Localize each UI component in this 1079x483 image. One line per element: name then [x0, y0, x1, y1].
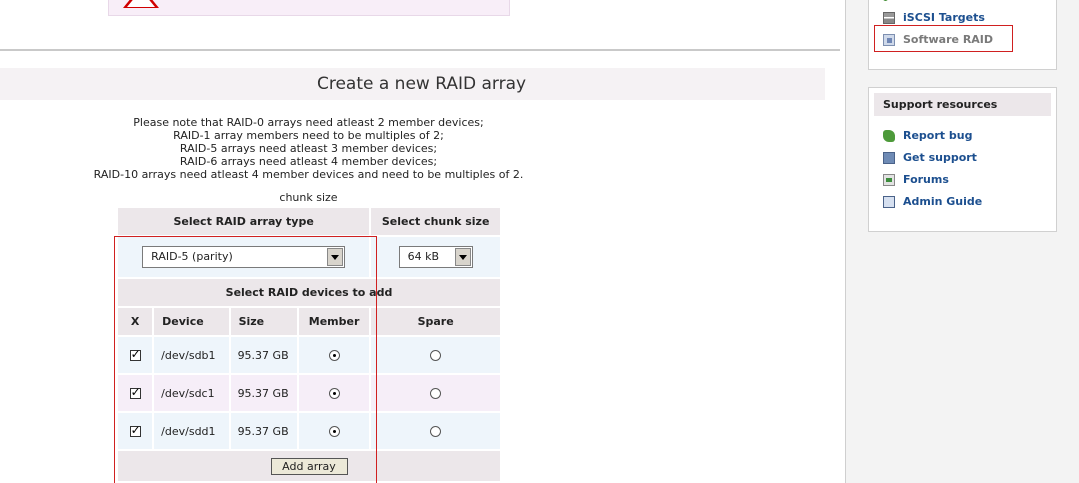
sidebar-item-software-raid[interactable]: Software RAID	[883, 33, 993, 46]
support-icon	[883, 151, 895, 164]
add-array-button[interactable]: Add array	[270, 457, 348, 475]
chunk-size-select[interactable]: 64 kB	[398, 246, 473, 268]
device-name: /dev/sdb1	[154, 337, 229, 373]
chunk-size-header: Select chunk size	[371, 208, 500, 235]
device-name: /dev/sdc1	[154, 375, 229, 411]
column-header-spare: Spare	[371, 308, 500, 335]
sidebar-item-iscsi-targets[interactable]: iSCSI Targets	[883, 11, 985, 24]
warning-message-box	[108, 0, 510, 16]
forum-icon	[883, 173, 895, 186]
chunk-size-caption: chunk size	[279, 191, 338, 204]
device-checkbox[interactable]	[129, 385, 141, 399]
sidebar-item-forums[interactable]: Forums	[883, 173, 949, 186]
table-row: /dev/sdc1 95.37 GB	[118, 375, 500, 411]
sidebar-item-report-bug[interactable]: Report bug	[883, 129, 972, 142]
spare-radio[interactable]	[430, 426, 442, 437]
chevron-down-icon[interactable]	[327, 248, 344, 266]
member-radio[interactable]	[328, 426, 340, 437]
column-header-device: Device	[154, 308, 229, 335]
support-resources-title: Support resources	[874, 93, 1051, 116]
bug-icon	[883, 129, 895, 142]
sidebar-item-label: Get support	[903, 151, 977, 164]
sidebar-item-label: Admin Guide	[903, 195, 983, 208]
member-radio[interactable]	[328, 350, 340, 361]
spare-radio[interactable]	[430, 388, 442, 399]
sidebar-item-admin-guide[interactable]: Admin Guide	[883, 195, 982, 208]
sidebar-item-label: Software RAID	[903, 33, 994, 46]
support-resources-box: Support resources Report bug Get support…	[868, 87, 1057, 232]
nav-item-partial	[883, 0, 896, 1]
note-line: RAID-10 arrays need atleast 4 member dev…	[93, 168, 524, 181]
chunk-size-selected-value: 64 kB	[407, 250, 440, 263]
section-divider	[0, 49, 840, 51]
device-size: 95.37 GB	[230, 337, 297, 373]
sidebar-item-label: Forums	[903, 173, 949, 186]
note-line: RAID-6 arrays need atleast 4 member devi…	[179, 155, 438, 168]
device-checkbox[interactable]	[129, 423, 141, 437]
raid-create-form: Select RAID array type Select chunk size…	[116, 206, 502, 483]
chevron-down-icon[interactable]	[454, 248, 471, 266]
note-line: RAID-1 array members need to be multiple…	[173, 129, 444, 142]
storage-target-icon	[883, 11, 895, 24]
devices-header: Select RAID devices to add	[118, 279, 500, 306]
sidebar-item-label: iSCSI Targets	[903, 11, 985, 24]
note-line: Please note that RAID-0 arrays need atle…	[133, 116, 484, 129]
device-name: /dev/sdd1	[154, 413, 229, 449]
sidebar-item-label: Report bug	[903, 129, 973, 142]
spare-radio[interactable]	[430, 350, 442, 361]
guide-book-icon	[883, 195, 895, 208]
software-raid-icon	[883, 33, 895, 46]
note-line: RAID-5 arrays need atleast 3 member devi…	[179, 142, 438, 155]
sidebar	[846, 0, 1079, 483]
table-row: /dev/sdb1 95.37 GB	[118, 337, 500, 373]
page-title: Create a new RAID array	[316, 74, 527, 94]
table-row: /dev/sdd1 95.37 GB	[118, 413, 500, 449]
sidebar-item-get-support[interactable]: Get support	[883, 151, 977, 164]
raid-type-select[interactable]: RAID-5 (parity)	[142, 246, 346, 268]
device-size: 95.37 GB	[230, 413, 297, 449]
nav-box: iSCSI Targets Software RAID	[868, 0, 1057, 70]
raid-type-header: Select RAID array type	[118, 208, 370, 235]
raid-type-selected-value: RAID-5 (parity)	[151, 250, 233, 263]
device-checkbox[interactable]	[129, 347, 141, 361]
raid-requirements-notes: Please note that RAID-0 arrays need atle…	[0, 116, 617, 181]
status-dot-icon	[883, 0, 888, 1]
page-title-bar: Create a new RAID array	[0, 68, 825, 100]
column-header-size: Size	[230, 308, 297, 335]
device-size: 95.37 GB	[230, 375, 297, 411]
column-header-select: X	[118, 308, 153, 335]
member-radio[interactable]	[328, 388, 340, 399]
warning-triangle-icon	[123, 0, 159, 8]
column-header-member: Member	[298, 308, 370, 335]
